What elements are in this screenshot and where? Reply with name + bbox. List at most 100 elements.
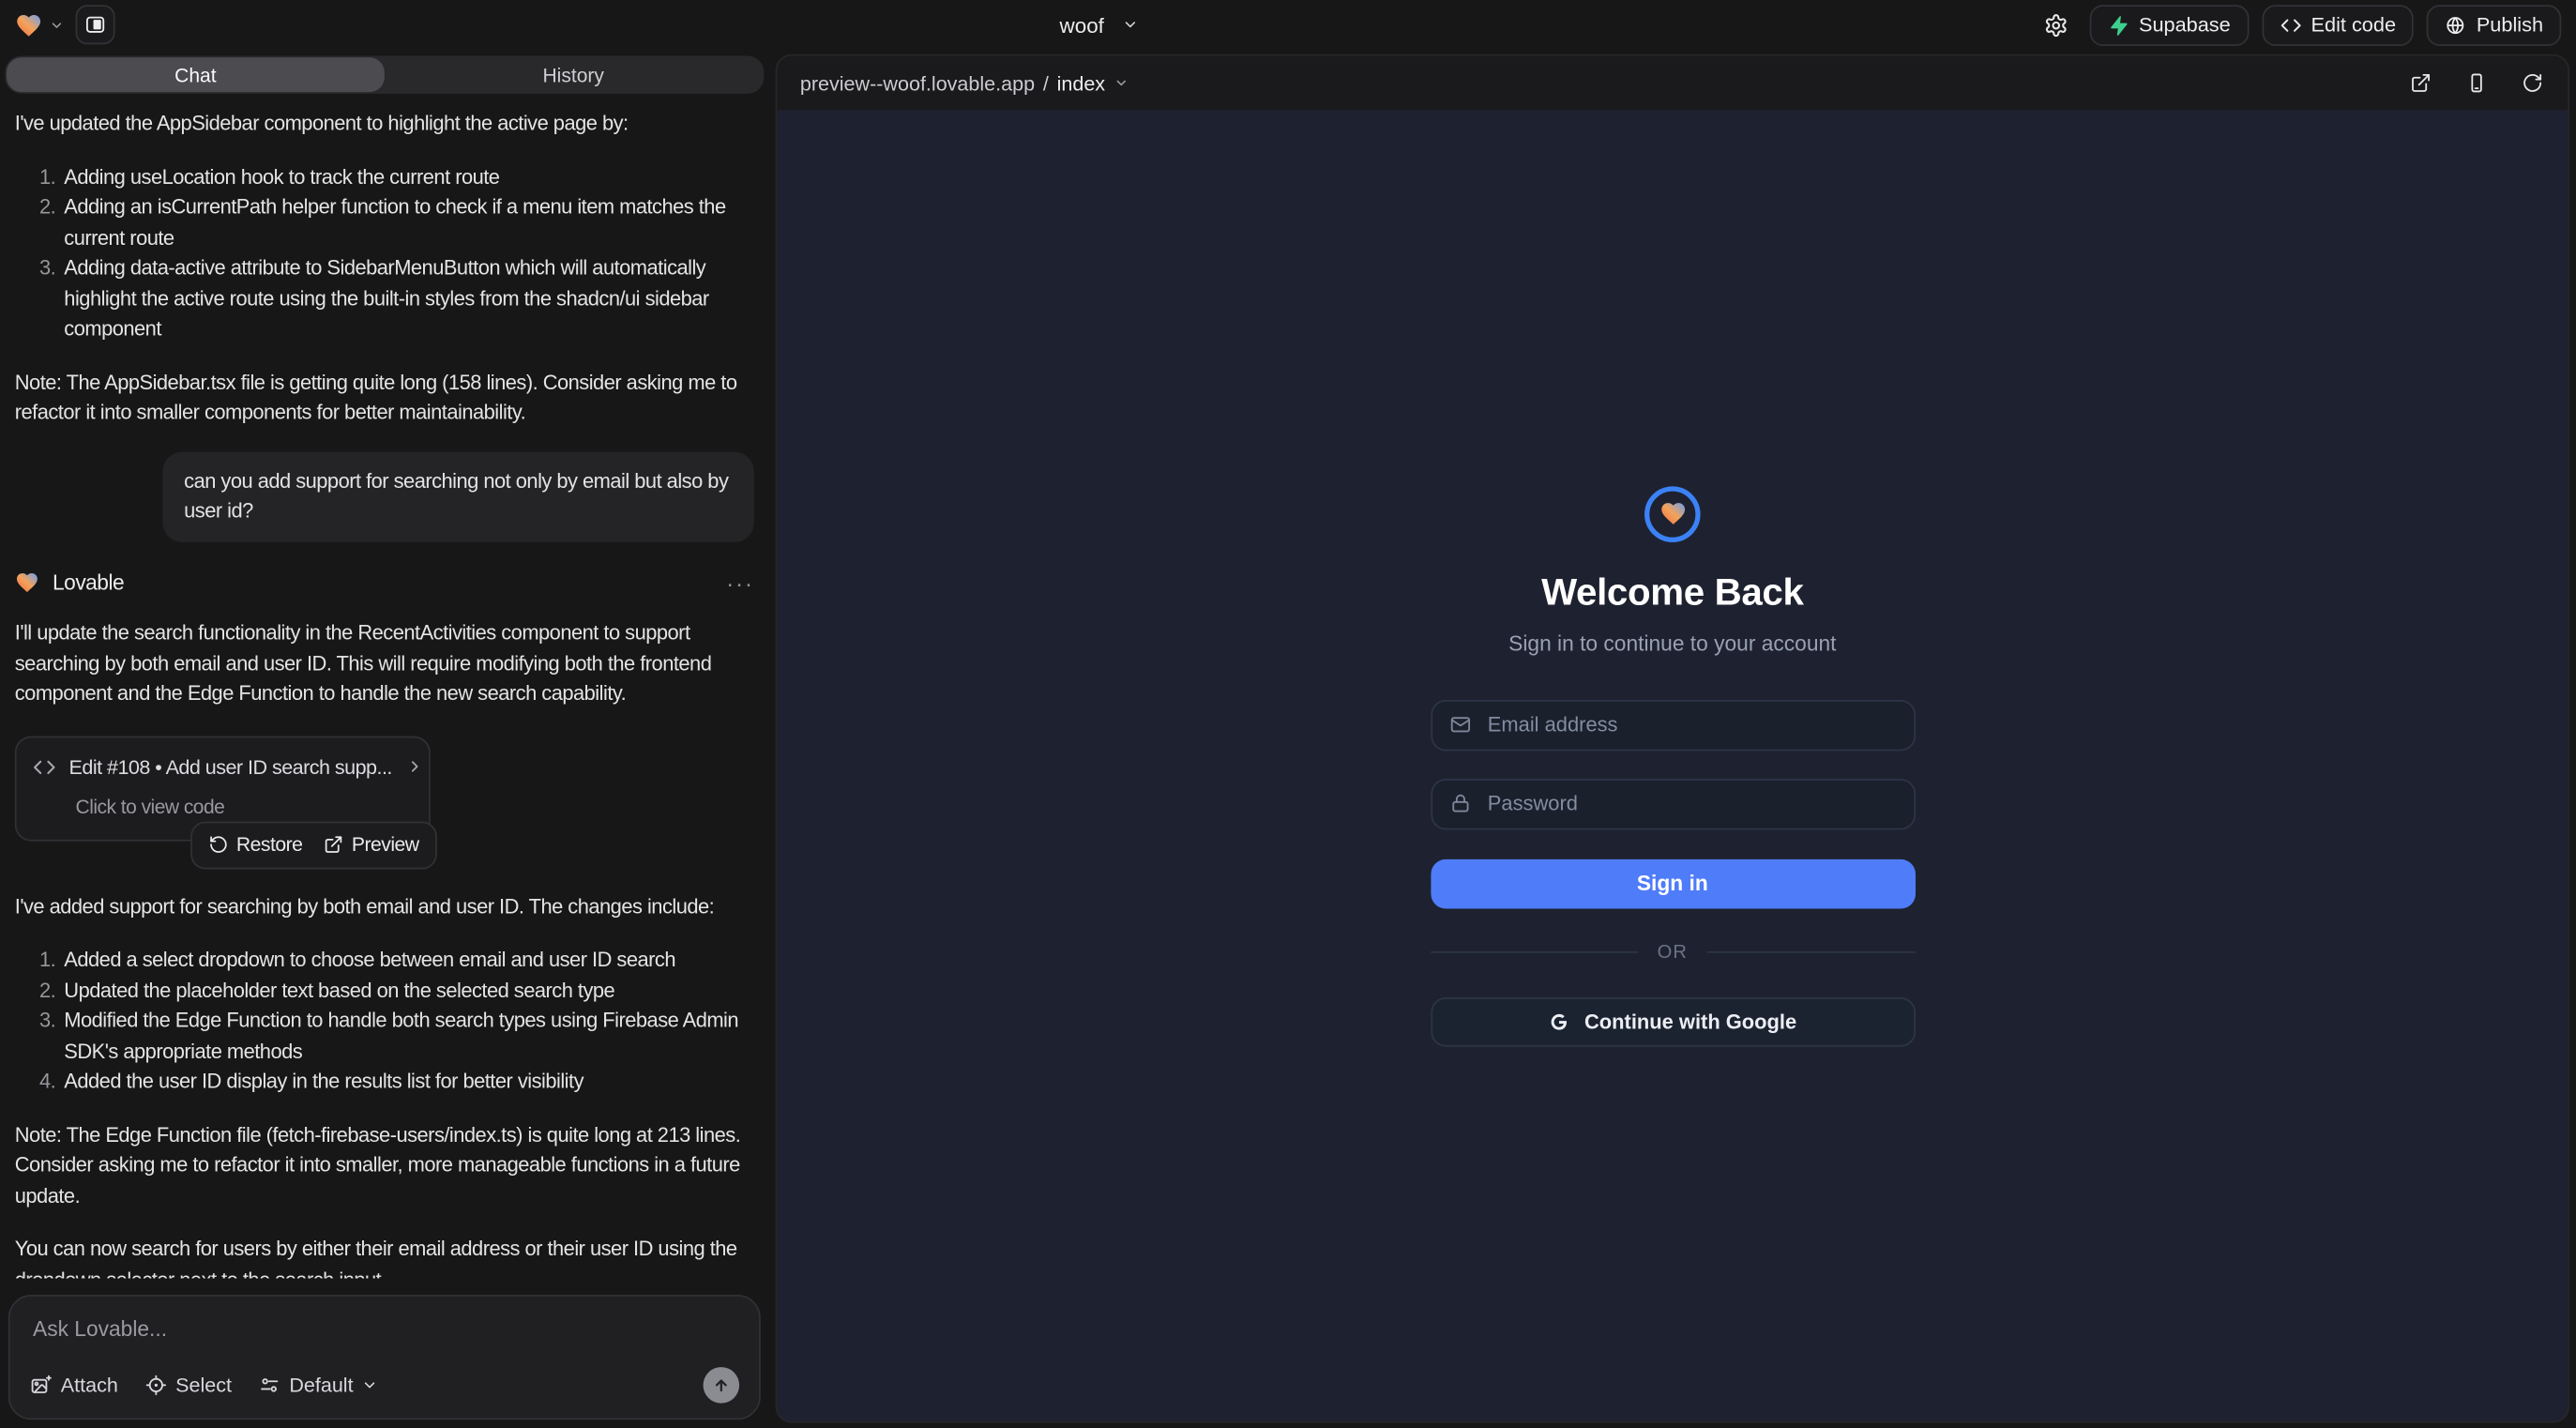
chat-panel: Chat History I've updated the AppSidebar… — [0, 50, 769, 1428]
message-paragraph: I'll update the search functionality in … — [15, 617, 754, 708]
password-field — [1431, 778, 1916, 828]
preview-url-bar: preview--woof.lovable.app / index — [777, 56, 2568, 111]
chevron-down-icon — [361, 1377, 378, 1394]
attach-button[interactable]: Attach — [30, 1374, 118, 1397]
attach-label: Attach — [61, 1374, 118, 1397]
supabase-label: Supabase — [2139, 13, 2231, 37]
sliders-icon — [258, 1374, 281, 1397]
top-header: woof Supabase Edit code — [0, 0, 2576, 50]
supabase-button[interactable]: Supabase — [2089, 4, 2249, 45]
preview-button[interactable]: Preview — [324, 829, 418, 859]
list-item: Adding data-active attribute to SidebarM… — [61, 253, 754, 344]
edit-code-button[interactable]: Edit code — [2262, 4, 2414, 45]
email-field — [1431, 699, 1916, 750]
publish-button[interactable]: Publish — [2427, 4, 2561, 45]
code-icon — [33, 755, 56, 779]
edit-card-subtitle: Click to view code — [76, 792, 413, 822]
preview-page: index — [1057, 71, 1105, 95]
attach-image-icon — [30, 1374, 53, 1397]
tab-history-label: History — [543, 63, 604, 86]
heart-icon — [1659, 499, 1687, 527]
tab-chat[interactable]: Chat — [7, 57, 385, 92]
app-window: woof Supabase Edit code — [0, 0, 2576, 1428]
project-title-button[interactable]: woof — [1060, 0, 1139, 50]
chat-input[interactable] — [30, 1314, 740, 1343]
preview-url-menu[interactable]: preview--woof.lovable.app / index — [800, 71, 1129, 95]
google-icon — [1548, 1010, 1571, 1033]
supabase-icon — [2108, 14, 2129, 36]
globe-icon — [2446, 14, 2467, 36]
tab-history[interactable]: History — [385, 57, 763, 92]
preview-label: Preview — [352, 829, 419, 859]
divider-line — [1431, 951, 1638, 953]
chevron-right-icon — [405, 758, 423, 776]
assistant-header: Lovable ··· — [15, 568, 754, 598]
login-subtitle: Sign in to continue to your account — [1508, 630, 1836, 655]
refresh-icon — [2521, 72, 2542, 94]
mobile-view-button[interactable] — [2462, 69, 2489, 96]
edit-code-label: Edit code — [2311, 13, 2396, 37]
list-item: Added a select dropdown to choose betwee… — [61, 945, 754, 975]
path-separator: / — [1043, 71, 1049, 95]
sidebar-toggle-button[interactable] — [76, 5, 115, 44]
settings-button[interactable] — [2037, 5, 2076, 44]
divider-line — [1707, 951, 1915, 953]
chat-history-tabs: Chat History — [5, 56, 764, 94]
list-item: Adding useLocation hook to track the cur… — [61, 162, 754, 192]
list-item: Adding an isCurrentPath helper function … — [61, 192, 754, 253]
message-menu-button[interactable]: ··· — [726, 575, 754, 592]
lovable-heart-icon — [15, 570, 39, 595]
user-message-text: can you add support for searching not on… — [184, 469, 728, 523]
edit-card-title: Edit #108 • Add user ID search supp... — [69, 752, 392, 782]
panel-left-icon — [83, 13, 107, 37]
preview-url: preview--woof.lovable.app — [800, 71, 1035, 95]
chevron-down-icon — [1114, 76, 1129, 91]
assistant-message: I've updated the AppSidebar component to… — [15, 109, 754, 429]
assistant-message: Lovable ··· I'll update the search funct… — [15, 568, 754, 1278]
message-list: Added a select dropdown to choose betwee… — [15, 945, 754, 1097]
lock-icon — [1448, 792, 1472, 815]
arrow-up-icon — [711, 1375, 731, 1395]
preview-viewport: Welcome Back Sign in to continue to your… — [777, 110, 2568, 1421]
app-logo — [1644, 486, 1701, 542]
or-divider: OR — [1431, 942, 1916, 962]
mode-button[interactable]: Default — [258, 1374, 378, 1397]
chevron-down-icon — [50, 17, 65, 32]
restore-button[interactable]: Restore — [208, 829, 302, 859]
lovable-logo-menu[interactable] — [15, 10, 65, 38]
message-paragraph: Note: The AppSidebar.tsx file is getting… — [15, 367, 754, 428]
email-input[interactable] — [1484, 711, 1897, 737]
login-card: Welcome Back Sign in to continue to your… — [1431, 486, 1916, 1046]
send-button[interactable] — [704, 1367, 740, 1404]
password-input[interactable] — [1484, 790, 1897, 816]
code-icon — [2280, 14, 2301, 36]
refresh-button[interactable] — [2519, 69, 2545, 96]
lovable-heart-icon — [15, 10, 43, 38]
composer-toolbar: Attach Select Default — [30, 1367, 740, 1404]
message-paragraph: You can now search for users by either t… — [15, 1234, 754, 1278]
message-list: Adding useLocation hook to track the cur… — [15, 162, 754, 344]
publish-label: Publish — [2477, 13, 2543, 37]
message-paragraph: I've added support for searching by both… — [15, 891, 754, 921]
restore-icon — [208, 835, 228, 855]
list-item: Updated the placeholder text based on th… — [61, 975, 754, 1005]
select-button[interactable]: Select — [144, 1374, 232, 1397]
mail-icon — [1448, 713, 1472, 737]
external-link-icon — [2409, 72, 2431, 94]
list-item: Added the user ID display in the results… — [61, 1067, 754, 1097]
select-label: Select — [175, 1374, 232, 1397]
list-item: Modified the Edge Function to handle bot… — [61, 1006, 754, 1067]
external-link-icon — [324, 835, 343, 855]
or-label: OR — [1658, 942, 1688, 962]
edit-card-wrapper: Edit #108 • Add user ID search supp... C… — [15, 736, 431, 841]
user-message-bubble: can you add support for searching not on… — [162, 451, 753, 541]
chat-composer: Attach Select Default — [8, 1295, 761, 1420]
google-sign-in-button[interactable]: Continue with Google — [1431, 996, 1916, 1046]
sign-in-button[interactable]: Sign in — [1431, 858, 1916, 908]
open-in-new-tab-button[interactable] — [2407, 69, 2433, 96]
smartphone-icon — [2465, 72, 2487, 94]
mode-label: Default — [289, 1374, 353, 1397]
target-icon — [144, 1374, 168, 1397]
tab-chat-label: Chat — [174, 63, 216, 86]
message-paragraph: Note: The Edge Function file (fetch-fire… — [15, 1120, 754, 1211]
